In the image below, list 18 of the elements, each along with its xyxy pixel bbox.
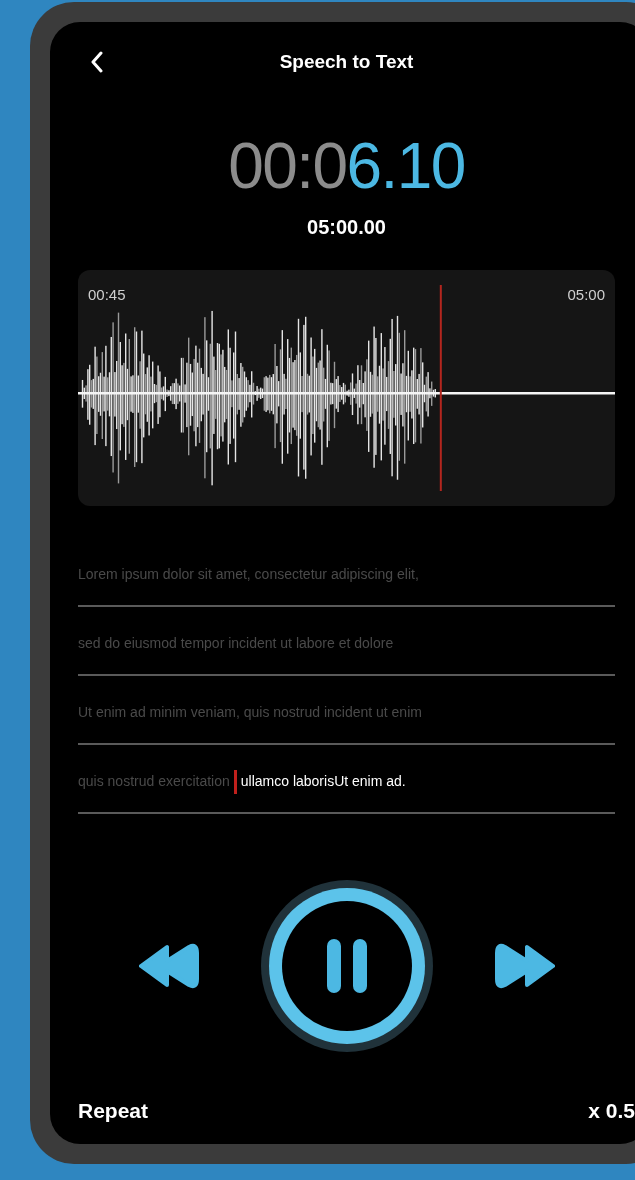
end-time: 05:00 (567, 285, 605, 305)
transcript-text: Ut enim ad minim veniam, quis nostrud incident ut enim (78, 703, 422, 722)
transcript-text: quis nostrud exercitation (78, 772, 230, 791)
transcript-text: ullamco laborisUt enim ad. (240, 772, 406, 791)
start-time: 00:45 (88, 285, 126, 305)
repeat-button[interactable]: Repeat (78, 1094, 149, 1126)
transcript-text: sed do eiusmod tempor incident ut labore et dolore (78, 634, 394, 653)
back-chevron-icon[interactable] (90, 51, 104, 73)
text-cursor (233, 769, 237, 794)
speed-button[interactable]: x 0.5 (588, 1094, 635, 1126)
playhead-marker[interactable] (439, 285, 442, 491)
rewind-icon[interactable] (138, 943, 201, 989)
pause-icon (324, 937, 369, 995)
fast-forward-icon[interactable] (492, 943, 555, 989)
elapsed-time: 00:06.10 (228, 134, 465, 198)
total-time: 05:00.00 (307, 215, 386, 240)
screen-title: Speech to Text (279, 49, 414, 74)
transcript-text: Lorem ipsum dolor sit amet, consectetur adipiscing elit, (78, 565, 419, 584)
